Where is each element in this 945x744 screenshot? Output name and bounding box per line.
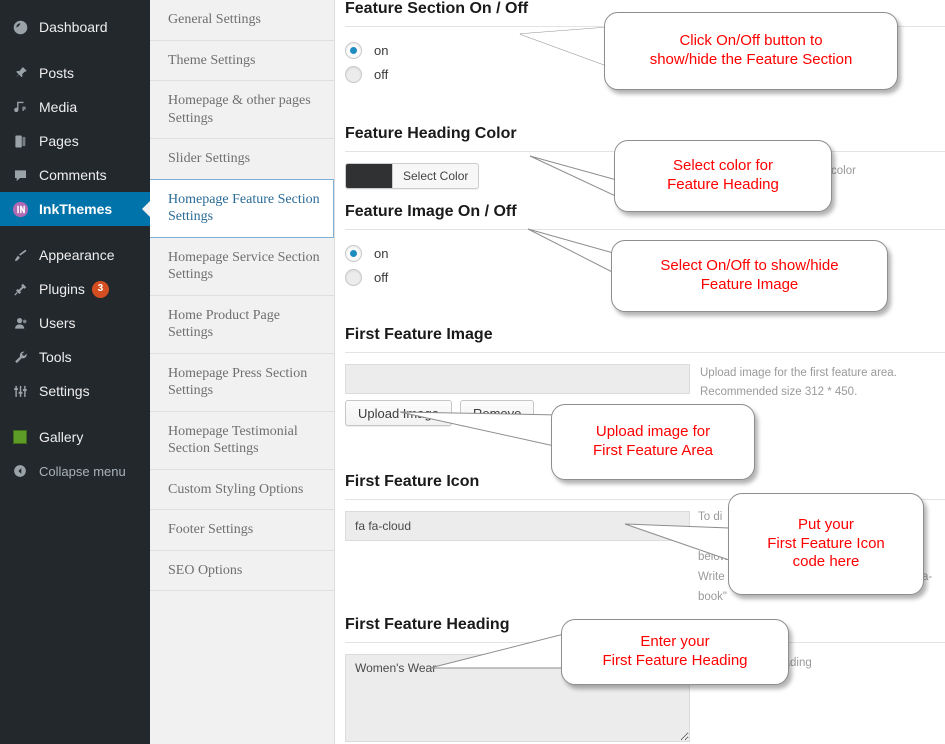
sidebar-item-plugins[interactable]: Plugins 3 <box>0 272 150 306</box>
sidebar-item-comments[interactable]: Comments <box>0 158 150 192</box>
sidebar-separator <box>0 44 150 56</box>
color-swatch <box>346 164 392 188</box>
pages-icon <box>10 131 30 151</box>
sidebar-item-collapse-menu[interactable]: Collapse menu <box>0 454 150 488</box>
settings-nav-item-homepage-press-section-settings[interactable]: Homepage Press Section Settings <box>150 353 334 412</box>
sidebar-item-label: Posts <box>39 65 75 81</box>
callout-tail-5 <box>624 522 735 564</box>
sidebar-separator <box>0 226 150 238</box>
theme-settings-nav: General Settings Theme Settings Homepage… <box>150 0 335 744</box>
settings-nav-item-seo-options[interactable]: SEO Options <box>150 550 334 591</box>
sidebar-item-label: Gallery <box>39 429 84 445</box>
sidebar-item-posts[interactable]: Posts <box>0 56 150 90</box>
gallery-icon <box>10 427 30 447</box>
sidebar-item-gallery[interactable]: Gallery <box>0 420 150 454</box>
sidebar-item-label: Dashboard <box>39 19 108 35</box>
collapse-arrow-icon <box>10 461 30 481</box>
settings-nav-item-homepage-service-section-settings[interactable]: Homepage Service Section Settings <box>150 237 334 296</box>
sidebar-item-label: Collapse menu <box>39 463 126 479</box>
sidebar-item-appearance[interactable]: Appearance <box>0 238 150 272</box>
callout-line-1: Upload image for <box>595 423 711 441</box>
callout-line-2: First Feature Icon <box>767 534 885 552</box>
callout-line-1: Select On/Off to show/hide <box>660 257 839 275</box>
callout-line-3: code here <box>792 553 860 571</box>
radio-button[interactable] <box>345 244 362 262</box>
pin-icon <box>10 63 30 83</box>
first-feature-image-input[interactable] <box>345 364 690 394</box>
comments-icon <box>10 165 30 185</box>
field-title: First Feature Image <box>345 326 493 343</box>
sidebar-item-users[interactable]: Users <box>0 306 150 340</box>
radio-button[interactable] <box>345 41 362 59</box>
sidebar-item-label: Media <box>39 99 78 115</box>
sidebar-item-dashboard[interactable]: Dashboard <box>0 10 150 44</box>
settings-nav-item-slider-settings[interactable]: Slider Settings <box>150 139 334 180</box>
sidebar-item-label: Tools <box>39 349 72 365</box>
plug-icon <box>10 279 30 299</box>
settings-nav-item-home-product-page-settings[interactable]: Home Product Page Settings <box>150 295 334 354</box>
settings-nav-item-homepage-testimonial-section-settings[interactable]: Homepage Testimonial Section Settings <box>150 411 334 470</box>
first-feature-icon-hint-line3b: a- <box>922 571 933 583</box>
sidebar-item-label: Appearance <box>39 247 115 263</box>
callout-line-1: Click On/Off button to <box>679 32 823 50</box>
settings-nav-item-general-settings[interactable]: General Settings <box>150 0 334 41</box>
dashboard-icon <box>10 17 30 37</box>
plugins-update-badge: 3 <box>91 280 109 298</box>
sidebar-item-label: Users <box>39 315 76 331</box>
callout-feature-section-onoff: Click On/Off button to show/hide the Fea… <box>604 12 898 90</box>
wordpress-admin-sidebar: Dashboard Posts Media Pages Comments Ink… <box>0 0 151 744</box>
callout-tail-6 <box>429 632 570 676</box>
settings-nav-item-footer-settings[interactable]: Footer Settings <box>150 510 334 551</box>
callout-feature-heading-color: Select color for Feature Heading <box>614 140 832 212</box>
radio-label: on <box>374 245 389 261</box>
settings-nav-item-custom-styling-options[interactable]: Custom Styling Options <box>150 469 334 510</box>
sidebar-item-label: InkThemes <box>39 201 113 217</box>
sidebar-item-label: Settings <box>39 383 90 399</box>
callout-feature-image-onoff: Select On/Off to show/hide Feature Image <box>611 240 888 312</box>
sidebar-item-settings[interactable]: Settings <box>0 374 150 408</box>
wrench-icon <box>10 347 30 367</box>
field-hint: color <box>831 165 856 177</box>
screen-root: Dashboard Posts Media Pages Comments Ink… <box>0 0 945 744</box>
radio-label: off <box>374 269 389 285</box>
callout-feature-heading: Enter your First Feature Heading <box>561 619 789 685</box>
callout-line-1: Enter your <box>640 633 710 651</box>
users-icon <box>10 313 30 333</box>
sliders-icon <box>10 381 30 401</box>
callout-line-1: Put your <box>798 515 854 533</box>
sidebar-item-label: Comments <box>39 167 107 183</box>
select-color-label: Select Color <box>392 164 478 188</box>
callout-line-2: First Feature Area <box>592 442 714 459</box>
callout-feature-icon: Put your First Feature Icon code here <box>728 493 924 595</box>
first-feature-image-hint-line1: Upload image for the first feature area. <box>700 367 897 379</box>
callout-line-2: Feature Heading <box>667 176 779 193</box>
radio-label: off <box>374 66 389 82</box>
sidebar-item-label: Plugins <box>39 281 85 297</box>
sidebar-separator <box>0 408 150 420</box>
first-feature-image-hint-line2: Recommended size 312 * 450. <box>700 386 858 398</box>
callout-line-2: show/hide the Feature Section <box>649 51 853 68</box>
media-icon <box>10 97 30 117</box>
sidebar-item-pages[interactable]: Pages <box>0 124 150 158</box>
settings-nav-item-homepage-other-pages-settings[interactable]: Homepage & other pages Settings <box>150 81 334 139</box>
callout-line-2: First Feature Heading <box>602 652 748 669</box>
inkthemes-icon <box>10 199 30 219</box>
callout-tail-4 <box>399 403 565 453</box>
sidebar-item-tools[interactable]: Tools <box>0 340 150 374</box>
radio-button[interactable] <box>345 65 362 83</box>
settings-nav-item-theme-settings[interactable]: Theme Settings <box>150 40 334 81</box>
callout-line-1: Select color for <box>672 157 774 175</box>
radio-label: on <box>374 42 389 58</box>
select-color-button[interactable]: Select Color <box>345 163 480 189</box>
radio-button[interactable] <box>345 268 362 286</box>
sidebar-item-label: Pages <box>39 133 79 149</box>
settings-nav-item-homepage-feature-section-settings[interactable]: Homepage Feature Section Settings <box>150 178 334 238</box>
sidebar-item-media[interactable]: Media <box>0 90 150 124</box>
callout-line-2: Feature Image <box>700 276 799 293</box>
brush-icon <box>10 245 30 265</box>
callout-upload-image: Upload image for First Feature Area <box>551 404 755 480</box>
sidebar-item-inkthemes[interactable]: InkThemes <box>0 192 151 226</box>
